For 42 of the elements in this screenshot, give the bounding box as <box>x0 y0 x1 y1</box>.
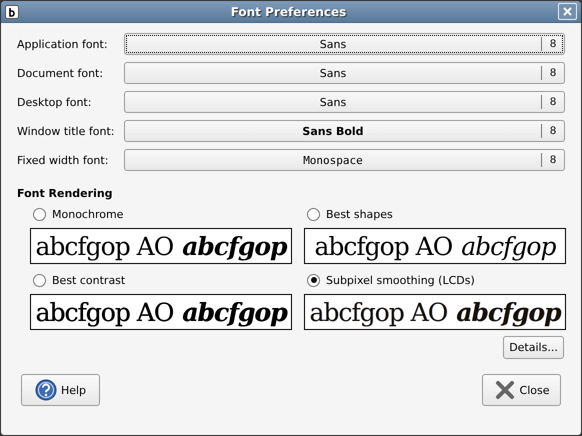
font-sample: abcfgop AO abcfgop <box>30 228 292 264</box>
radio-button[interactable] <box>33 274 46 286</box>
radio-button[interactable] <box>33 208 46 220</box>
radio-label: Monochrome <box>52 208 124 220</box>
font-sample: abcfgop AO abcfgop <box>304 294 566 330</box>
radio-button[interactable] <box>307 274 320 286</box>
font-label: Desktop font: <box>17 96 92 108</box>
window-title: Font Preferences <box>230 4 348 18</box>
radio-label: Subpixel smoothing (LCDs) <box>326 274 475 286</box>
font-name: Sans <box>318 96 348 108</box>
font-sample: abcfgop AO abcfgop <box>304 228 566 264</box>
close-button[interactable] <box>558 3 577 20</box>
app-icon <box>5 4 19 18</box>
font-label: Application font: <box>17 38 109 50</box>
font-picker-button[interactable]: Sans 8 <box>124 91 565 113</box>
font-label: Fixed width font: <box>17 154 110 166</box>
font-name: Monospace <box>302 154 364 166</box>
radio-label: Best shapes <box>326 208 393 220</box>
font-picker-button[interactable]: Sans 8 <box>124 33 565 55</box>
help-icon <box>34 379 57 401</box>
close-icon <box>563 7 572 16</box>
font-picker-button[interactable]: Monospace 8 <box>124 149 565 171</box>
radio-button[interactable] <box>307 208 320 220</box>
font-picker-button[interactable]: Sans 8 <box>124 62 565 84</box>
close-icon <box>494 379 516 401</box>
font-name: Sans <box>318 66 348 80</box>
font-size: 8 <box>541 66 564 80</box>
font-size: 8 <box>541 153 564 167</box>
details-button[interactable]: Details... <box>503 336 564 359</box>
radio-label: Best contrast <box>52 274 126 286</box>
font-picker-button[interactable]: Sans Bold 8 <box>124 120 565 142</box>
font-size: 8 <box>541 37 564 51</box>
close-button[interactable]: Close <box>482 374 561 406</box>
font-label: Document font: <box>17 66 104 80</box>
font-sample: abcfgop AO abcfgop <box>30 294 292 330</box>
font-name: Sans <box>318 38 348 50</box>
font-name: Sans Bold <box>301 124 365 138</box>
font-size: 8 <box>541 95 564 109</box>
section-heading: Font Rendering <box>17 187 114 200</box>
font-label: Window title font: <box>17 124 116 138</box>
font-size: 8 <box>541 124 564 138</box>
help-button[interactable]: Help <box>21 374 100 406</box>
